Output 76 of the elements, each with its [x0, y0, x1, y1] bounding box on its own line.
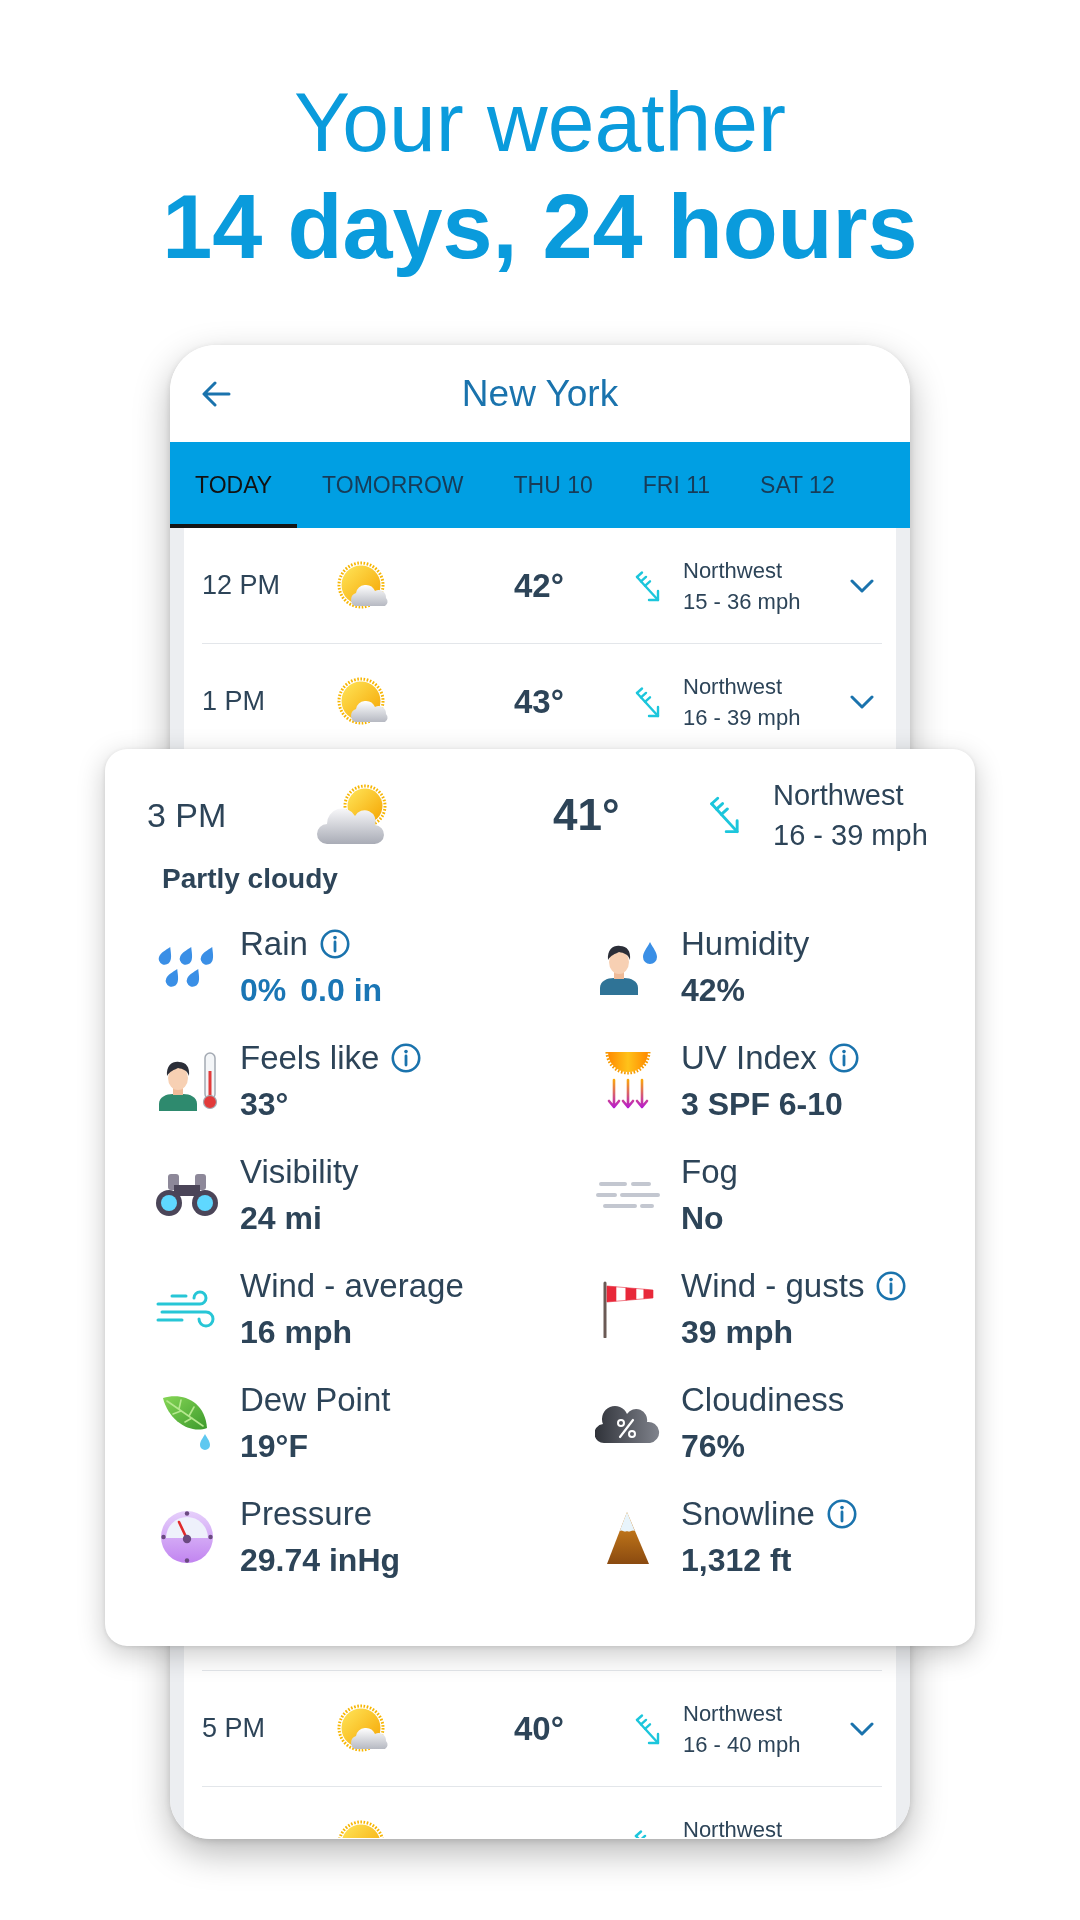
day-tab[interactable]: TOMORROW — [297, 442, 489, 528]
wind-speed: 16 - 39 mph — [773, 818, 928, 853]
headline-title: Your weather — [294, 74, 786, 171]
metric-label: Cloudiness — [681, 1380, 845, 1420]
wind-arrow-icon — [634, 684, 662, 719]
metric-value: 33° — [240, 1085, 289, 1124]
wind-direction: Northwest — [683, 672, 783, 701]
info-icon — [826, 1498, 857, 1529]
metric-value: No — [681, 1199, 724, 1238]
wind-direction: Northwest — [773, 778, 904, 813]
wind-arrow-icon — [634, 568, 662, 603]
info-icon — [828, 1042, 859, 1073]
detail-temperature: 41° — [553, 790, 620, 840]
wind-speed: 16 - 39 mph — [683, 703, 801, 732]
wind-arrow-icon — [634, 1830, 647, 1838]
metric-label: Wind - gusts — [681, 1266, 865, 1306]
info-button[interactable] — [319, 928, 350, 959]
metric-label: Visibility — [240, 1152, 359, 1192]
detail-time: 3 PM — [147, 795, 227, 835]
info-button[interactable] — [876, 1270, 907, 1301]
day-tab[interactable]: SAT 12 — [735, 442, 860, 528]
metric-label: Snowline — [681, 1494, 815, 1534]
metric-value: 0% — [240, 971, 287, 1010]
info-button[interactable] — [828, 1042, 859, 1073]
chevron-down-icon — [850, 694, 874, 709]
metric-value: 29.74 inHg — [240, 1541, 401, 1580]
metric-value: 24 mi — [240, 1199, 322, 1238]
headline-subtitle: 14 days, 24 hours — [162, 176, 918, 279]
wind-arrow-icon — [708, 794, 742, 836]
metric-label: Feels like — [240, 1038, 380, 1078]
metric-value: 0.0 in — [300, 971, 383, 1010]
metric-label: UV Index — [681, 1038, 817, 1078]
wind-direction: Northwest — [683, 1818, 783, 1839]
wind-direction: Northwest — [683, 1699, 783, 1728]
hour-temperature: 42° — [514, 566, 564, 605]
info-icon — [319, 928, 350, 959]
metric-value: 1,312 ft — [681, 1541, 792, 1580]
weather-condition: Partly cloudy — [162, 862, 338, 896]
metric-label: Fog — [681, 1152, 738, 1192]
arrow-left-icon — [201, 380, 231, 407]
wind-arrow-icon — [634, 1711, 662, 1746]
hour-temperature: 40° — [514, 1709, 564, 1748]
info-button[interactable] — [826, 1498, 857, 1529]
binoculars-icon — [154, 1173, 220, 1217]
info-icon — [876, 1270, 907, 1301]
fog-lines-icon — [595, 1180, 661, 1210]
expand-button[interactable] — [850, 694, 874, 709]
metric-value: 76% — [681, 1427, 746, 1466]
metric-value: 3 SPF 6-10 — [681, 1085, 843, 1124]
hour-temperature: 43° — [514, 682, 564, 721]
chevron-down-icon — [850, 1721, 874, 1736]
metric-label: Wind - average — [240, 1266, 464, 1306]
metric-value: 42% — [681, 971, 746, 1010]
hour-time: 12 PM — [202, 570, 281, 601]
metric-value: 19°F — [240, 1427, 308, 1466]
day-tab[interactable]: THU 10 — [488, 442, 618, 528]
metric-label: Rain — [240, 924, 308, 964]
metric-label: Pressure — [240, 1494, 373, 1534]
raindrops-icon — [158, 944, 216, 990]
city-title: New York — [460, 372, 620, 415]
hour-time: 5 PM — [202, 1713, 266, 1744]
hour-time: 1 PM — [202, 686, 266, 717]
expand-button[interactable] — [850, 1721, 874, 1736]
chevron-down-icon — [850, 578, 874, 593]
wind-speed: 16 - 40 mph — [683, 1730, 801, 1759]
metric-label: Humidity — [681, 924, 810, 964]
gauge-icon — [159, 1509, 215, 1565]
metric-value: 39 mph — [681, 1313, 794, 1352]
day-tab[interactable]: FRI 11 — [617, 442, 736, 528]
info-button[interactable] — [391, 1042, 422, 1073]
metric-label: Dew Point — [240, 1380, 391, 1420]
wind-speed: 15 - 36 mph — [683, 587, 801, 616]
expand-button[interactable] — [850, 578, 874, 593]
metric-value: 16 mph — [240, 1313, 353, 1352]
info-icon — [391, 1042, 422, 1073]
wind-direction: Northwest — [683, 556, 783, 585]
